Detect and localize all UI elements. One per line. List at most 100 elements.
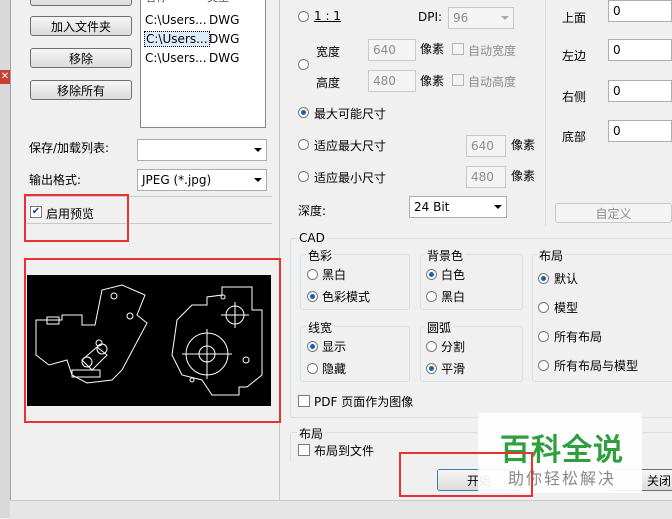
width-label: 宽度 [316,45,341,59]
margin-top-label: 上面 [562,11,587,25]
dialog-bottom-edge [10,500,672,519]
margin-bottom-label: 底部 [562,130,587,144]
black-white-label: 黑白 [322,268,347,282]
margin-right-label: 右侧 [562,90,587,104]
hide-lineweight-label: 隐藏 [322,362,347,376]
remove-button[interactable]: 移除 [30,48,132,68]
close-icon[interactable]: ✕ [0,70,10,84]
all-layouts-model-label: 所有布局与模型 [554,359,639,373]
smooth-radio[interactable] [426,363,437,374]
ratio-radio[interactable] [298,11,309,22]
segment-label: 分割 [441,340,466,354]
white-bg-radio[interactable] [426,269,437,280]
layout-file-group-title: 布局 [297,425,326,442]
hide-lineweight-radio[interactable] [307,363,318,374]
file-type: DWG [209,51,240,65]
depth-value: 24 Bit [414,200,450,214]
vertical-divider [545,0,546,226]
width-unit-label: 像素 [420,42,445,56]
model-radio[interactable] [538,302,549,313]
remove-all-button[interactable]: 移除所有 [30,80,132,100]
all-layouts-model-radio[interactable] [538,360,549,371]
auto-width-label: 自动宽度 [468,44,517,58]
fit-min-label: 适应最小尺寸 [314,171,387,185]
background-group-title: 背景色 [425,247,466,264]
list-item-selected[interactable]: C:\Users... DWG [143,30,263,48]
smooth-label: 平滑 [441,362,466,376]
show-lineweight-label: 显示 [322,340,347,354]
chevron-down-icon [254,178,262,182]
black-bg-radio[interactable] [426,291,437,302]
list-item[interactable]: C:\Users... DWG [143,11,263,29]
highlight-start-button [399,452,533,497]
auto-height-checkbox[interactable] [452,74,464,86]
margin-bottom-input[interactable]: 0 [608,120,672,142]
model-label: 模型 [554,301,579,315]
cad-group-title: CAD [297,231,327,245]
white-bg-label: 白色 [441,268,466,282]
ratio-label: 1 : 1 [314,9,341,23]
default-layout-radio[interactable] [538,273,549,284]
file-path: C:\Users... [145,13,207,27]
margin-left-label: 左边 [562,49,587,63]
auto-height-label: 自动高度 [468,75,517,89]
depth-select[interactable]: 24 Bit [409,196,507,218]
width-input[interactable]: 640 [368,39,416,61]
output-format-value: JPEG (*.jpg) [142,173,212,187]
fit-max-radio[interactable] [298,139,309,150]
file-type: DWG [209,32,240,46]
fit-max-label: 适应最大尺寸 [314,139,387,153]
fit-max-input[interactable]: 640 [466,135,506,157]
add-folder-button[interactable]: 加入文件夹 [30,16,132,36]
file-path: C:\Users... [144,31,210,47]
color-mode-radio[interactable] [307,291,318,302]
save-list-label: 保存/加载列表: [29,141,110,155]
segment-radio[interactable] [426,341,437,352]
auto-width-checkbox[interactable] [452,43,464,55]
margin-top-input[interactable]: 0 [608,0,672,22]
pdf-page-as-image-checkbox[interactable] [298,395,310,407]
dpi-value: 96 [453,11,469,25]
color-mode-label: 色彩模式 [322,290,371,304]
custom-margin-button[interactable]: 自定义 [555,203,672,223]
save-list-select[interactable] [137,139,267,161]
highlight-enable-preview [24,194,129,242]
all-layouts-label: 所有布局 [554,330,603,344]
default-layout-label: 默认 [554,272,579,286]
file-type: DWG [209,13,240,27]
black-white-radio[interactable] [307,269,318,280]
margin-right-input[interactable]: 0 [608,80,672,102]
file-list-header-name[interactable]: 名称 [145,0,167,5]
custom-size-radio[interactable] [298,59,309,70]
fit-max-unit-label: 像素 [511,138,536,152]
show-lineweight-radio[interactable] [307,341,318,352]
file-list[interactable]: 名称 类型 C:\Users... DWG C:\Users... DWG C:… [140,0,266,128]
layout-group-title: 布局 [537,247,566,264]
file-list-header-type[interactable]: 类型 [207,0,229,5]
chevron-down-icon [254,148,262,152]
list-item[interactable]: C:\Users... DWG [143,49,263,67]
output-format-select[interactable]: JPEG (*.jpg) [137,169,267,191]
margin-left-input[interactable]: 0 [608,39,672,61]
dpi-select[interactable]: 96 [448,7,514,29]
height-label: 高度 [316,76,341,90]
layout-to-file-label: 布局到文件 [314,444,375,458]
output-format-label: 输出格式: [29,173,82,187]
pdf-page-as-image-label: PDF 页面作为图像 [314,395,414,409]
fit-min-radio[interactable] [298,171,309,182]
fit-min-input[interactable]: 480 [466,166,506,188]
all-layouts-radio[interactable] [538,331,549,342]
highlight-preview [24,258,281,423]
black-bg-label: 黑白 [441,290,466,304]
chevron-down-icon [501,16,509,20]
fit-min-unit-label: 像素 [511,169,536,183]
chevron-down-icon [494,205,502,209]
max-possible-label: 最大可能尺寸 [314,107,387,121]
file-path: C:\Users... [145,51,207,65]
height-unit-label: 像素 [420,74,445,88]
max-possible-radio[interactable] [298,107,309,118]
depth-label: 深度: [298,204,327,218]
add-folder-button-partial[interactable] [30,0,132,6]
layout-to-file-checkbox[interactable] [298,444,310,456]
height-input[interactable]: 480 [368,70,416,92]
